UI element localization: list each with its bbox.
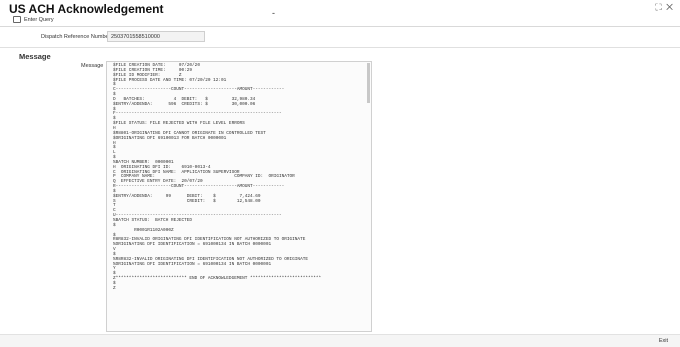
enter-query-icon bbox=[13, 16, 21, 23]
message-label: Message bbox=[81, 63, 104, 69]
enter-query-label: Enter Query bbox=[24, 16, 54, 23]
enter-query-button[interactable]: Enter Query bbox=[13, 16, 54, 23]
message-text: $FILE CREATION DATE: 07/20/20 $FILE CREA… bbox=[113, 63, 322, 291]
footer-bar: Exit bbox=[0, 334, 680, 347]
dispatch-reference-label: Dispatch Reference Number bbox=[41, 34, 111, 40]
title-bar: US ACH Acknowledgement - ⛶ ✕ bbox=[0, 0, 680, 18]
divider bbox=[0, 26, 680, 27]
dispatch-reference-field[interactable]: 2503701558510000 bbox=[107, 31, 205, 42]
title-dash: - bbox=[272, 8, 275, 18]
window-controls[interactable]: ⛶ ✕ bbox=[655, 2, 674, 13]
section-title: Message bbox=[19, 52, 51, 61]
window-title: US ACH Acknowledgement bbox=[9, 2, 164, 16]
message-scrollbar[interactable] bbox=[367, 63, 370, 103]
divider bbox=[0, 47, 680, 48]
message-textarea[interactable]: $FILE CREATION DATE: 07/20/20 $FILE CREA… bbox=[106, 61, 372, 332]
exit-button[interactable]: Exit bbox=[659, 338, 668, 344]
